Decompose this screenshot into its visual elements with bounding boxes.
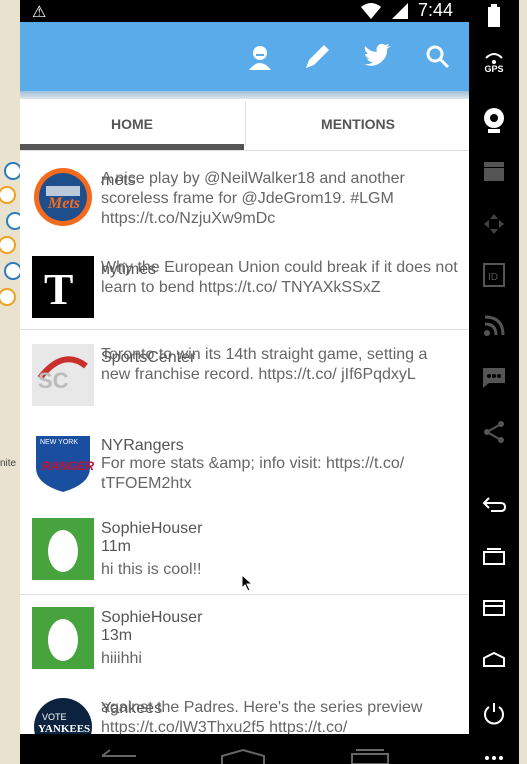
more-icon[interactable] xyxy=(469,752,519,764)
camera-icon[interactable] xyxy=(469,106,519,134)
desktop-icon xyxy=(4,162,20,180)
tweet-text: Toronto to win its 14th straight game, s… xyxy=(101,346,428,383)
tweet-time: 11m xyxy=(101,538,131,555)
svg-text:Mets: Mets xyxy=(47,195,80,212)
twitter-bird-icon[interactable] xyxy=(362,42,392,72)
egg-avatar xyxy=(32,518,94,580)
desktop-icon xyxy=(6,212,20,230)
tweet-author: SophieHouser xyxy=(101,520,203,537)
tweet-author: SophieHouser xyxy=(101,609,203,626)
desktop-background: nite xyxy=(0,0,20,764)
mouse-cursor-icon xyxy=(241,574,253,592)
tweet-author: NYRangers xyxy=(101,437,184,454)
tweet-text: A nice play by @NeilWalker18 and another… xyxy=(101,170,405,227)
clapper-icon[interactable] xyxy=(469,160,519,182)
tweet-text: For more stats &amp; info visit: https:/… xyxy=(101,455,405,492)
gps-icon[interactable]: GPS xyxy=(469,50,519,74)
egg-avatar xyxy=(32,607,94,669)
svg-text:NEW YORK: NEW YORK xyxy=(40,439,78,446)
share-icon[interactable] xyxy=(469,420,519,444)
navigation-bar xyxy=(20,734,469,764)
desktop-icon xyxy=(4,262,20,280)
svg-text:ID: ID xyxy=(488,272,498,283)
action-bar xyxy=(20,22,469,91)
tab-bar: HOME MENTIONS xyxy=(20,102,469,151)
power-icon[interactable] xyxy=(469,700,519,726)
back-icon[interactable] xyxy=(469,494,519,514)
compose-icon[interactable] xyxy=(302,42,332,72)
twitter-app: HOME MENTIONS Mets mets A nice play by @… xyxy=(20,22,469,734)
desktop-text: nite xyxy=(0,458,17,469)
signal-icon xyxy=(391,2,408,19)
battery-icon[interactable] xyxy=(469,4,519,28)
desktop-icon xyxy=(0,186,16,204)
nav-back-icon[interactable] xyxy=(100,748,140,764)
svg-text:YANKEES: YANKEES xyxy=(38,723,90,734)
nyt-logo: T xyxy=(32,256,94,318)
svg-text:SC: SC xyxy=(38,368,69,393)
nav-recents-icon[interactable] xyxy=(350,748,390,764)
divider xyxy=(20,594,469,595)
wifi-icon xyxy=(360,2,381,19)
emulator-side-panel: GPS ID xyxy=(469,0,519,764)
rss-icon[interactable] xyxy=(469,314,519,338)
action-bar-shadow xyxy=(20,91,469,99)
id-icon[interactable]: ID xyxy=(469,262,519,288)
divider xyxy=(20,329,469,330)
chat-icon[interactable] xyxy=(469,366,519,390)
search-icon[interactable] xyxy=(423,42,453,72)
tab-mentions[interactable]: MENTIONS xyxy=(245,102,469,146)
desktop-background-right xyxy=(519,0,527,764)
warning-icon: ⚠ xyxy=(32,4,47,21)
home-icon[interactable] xyxy=(469,650,519,670)
tab-indicator xyxy=(20,144,244,150)
tweet-text: hiiihhi xyxy=(101,650,142,667)
menu-icon[interactable] xyxy=(469,598,519,618)
desktop-icon xyxy=(0,236,16,254)
tweet-text: Why the European Union could break if it… xyxy=(101,259,458,296)
recents-icon[interactable] xyxy=(469,546,519,566)
status-bar: ⚠ 7:44 xyxy=(20,0,469,22)
tweet-text: against the Padres. Here's the series pr… xyxy=(101,699,423,734)
svg-text:VOTE: VOTE xyxy=(42,712,67,722)
profile-icon[interactable] xyxy=(245,42,275,72)
mets-logo: Mets xyxy=(32,166,94,228)
move-icon[interactable] xyxy=(469,212,519,236)
yankees-logo: VOTE YANKEES xyxy=(32,696,94,734)
clock: 7:44 xyxy=(417,0,453,20)
tweet-text: hi this is cool!! xyxy=(101,561,202,578)
tab-home[interactable]: HOME xyxy=(20,102,244,146)
desktop-icon xyxy=(0,288,16,306)
tweet-time: 13m xyxy=(101,627,133,644)
rangers-logo: NEW YORK RANGERS xyxy=(32,432,94,494)
svg-text:T: T xyxy=(44,265,73,314)
svg-text:RANGERS: RANGERS xyxy=(42,459,94,473)
nav-home-icon[interactable] xyxy=(220,748,266,764)
sportscenter-logo: SC xyxy=(32,344,94,406)
